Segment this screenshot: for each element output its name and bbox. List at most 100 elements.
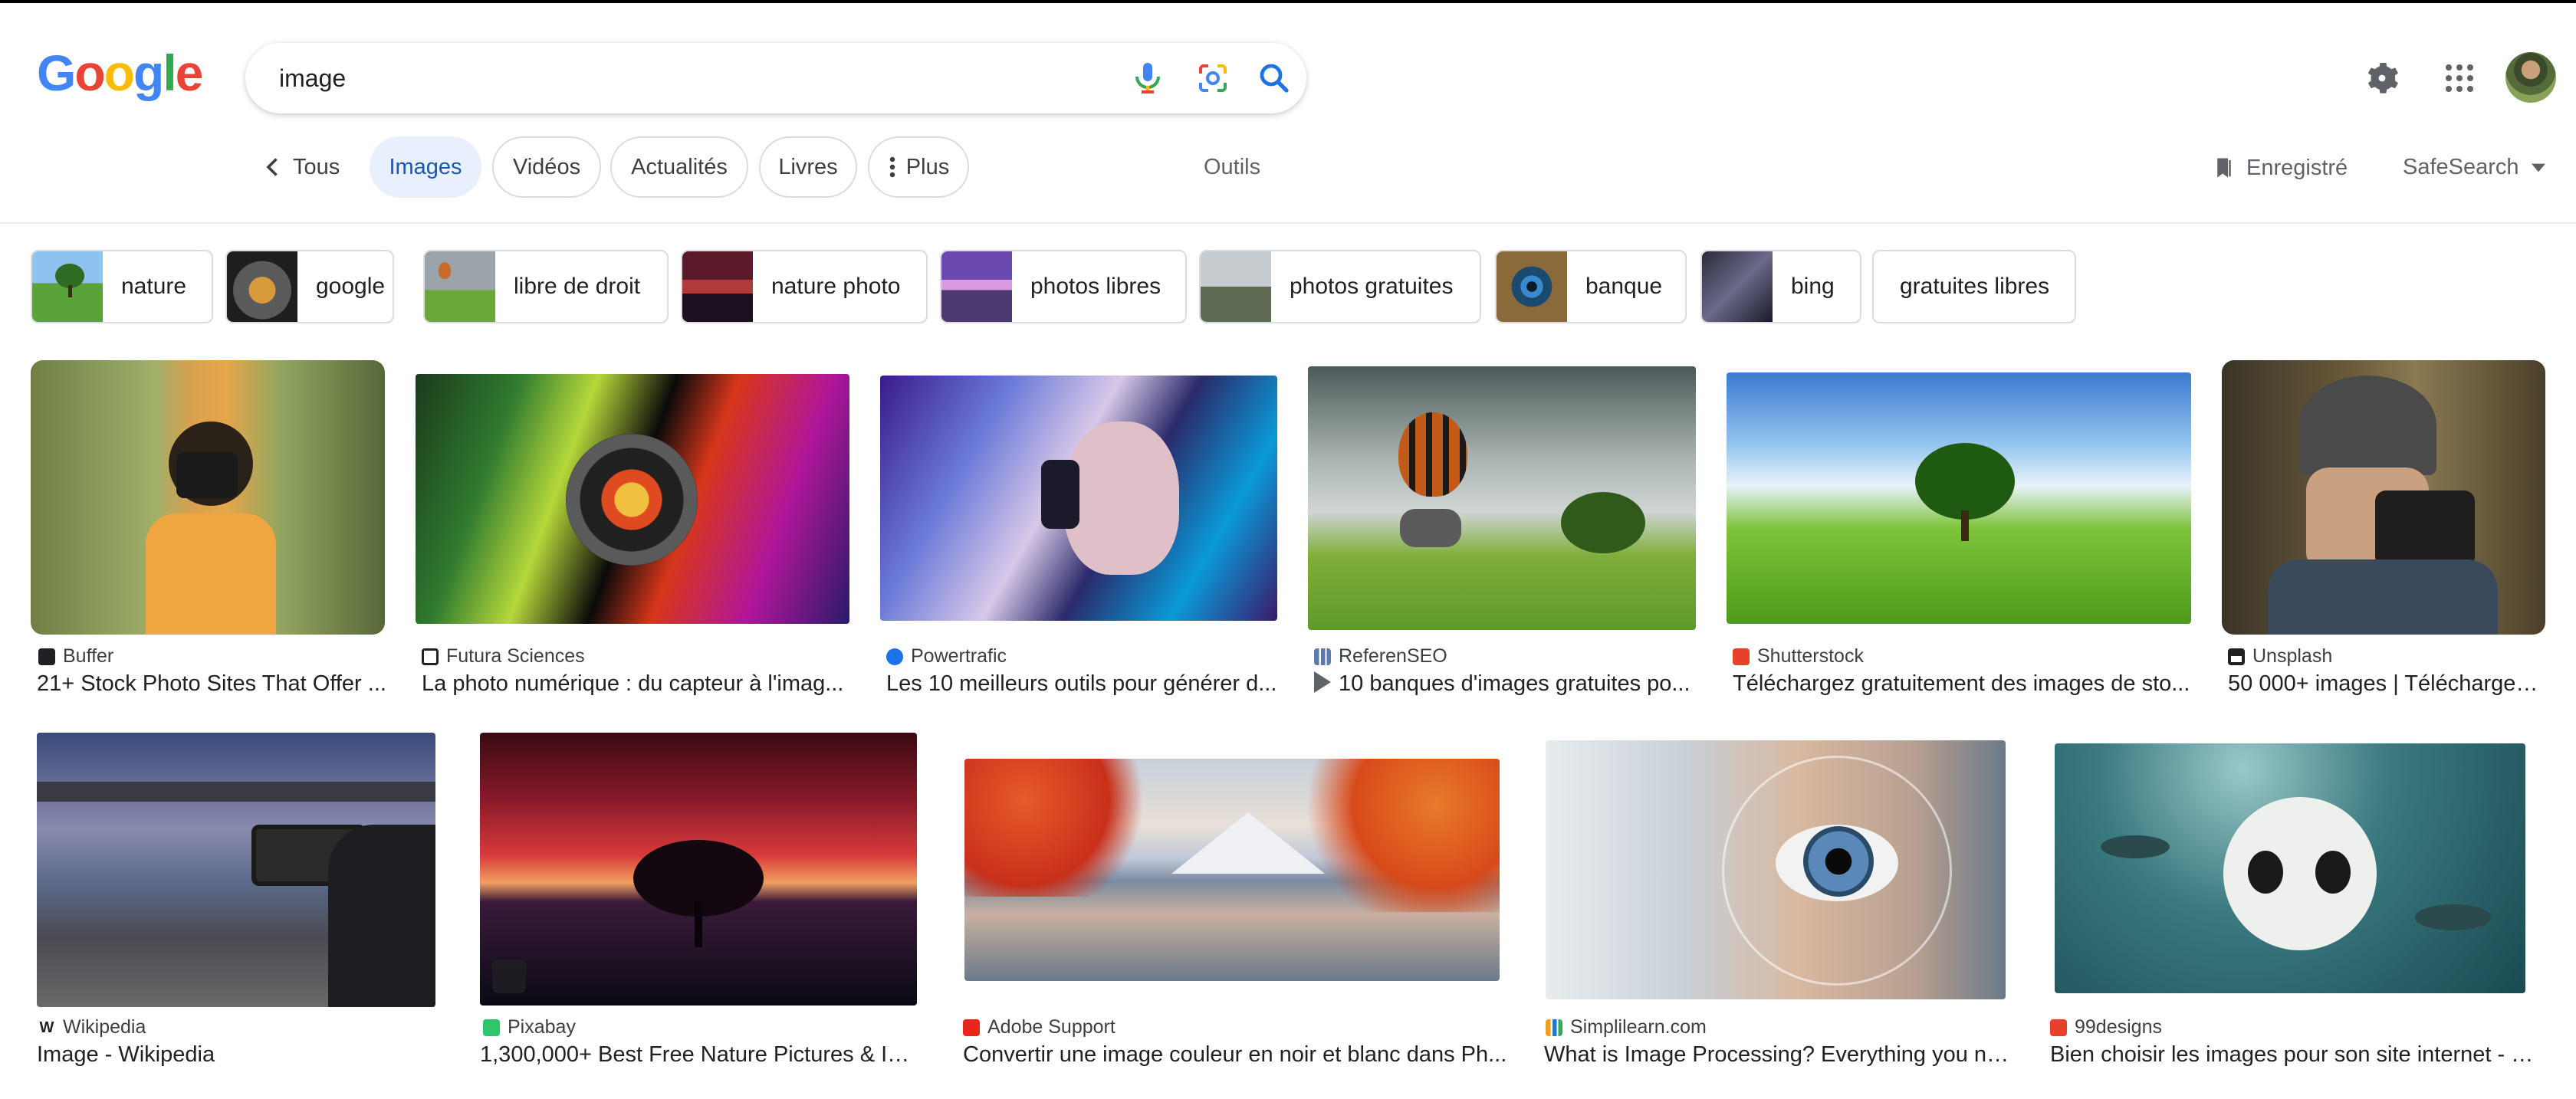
logo-letter: g	[133, 44, 164, 101]
referenseo-favicon-icon	[1314, 648, 1331, 665]
google-logo[interactable]: Google	[37, 44, 204, 101]
chip-label: banque	[1585, 274, 1663, 299]
tools-button[interactable]: Outils	[1204, 155, 1260, 180]
result-thumbnail[interactable]	[1727, 372, 2191, 624]
result-source-name: Powertrafic	[911, 645, 1007, 667]
logo-letter: e	[175, 44, 204, 101]
safesearch-dropdown[interactable]: SafeSearch	[2403, 155, 2545, 180]
chip-photos-libres[interactable]: photos libres	[940, 250, 1187, 323]
chip-thumbnail	[32, 251, 103, 322]
wikipedia-favicon-icon: W	[38, 1019, 55, 1036]
result-source-name: Futura Sciences	[446, 645, 585, 667]
result-title-text: 10 banques d'images gratuites po...	[1339, 671, 1691, 696]
chip-libre-de-droit[interactable]: libre de droit	[423, 250, 669, 323]
shutterstock-favicon-icon	[1733, 648, 1750, 665]
result-title[interactable]: Convertir une image couleur en noir et b…	[963, 1042, 1507, 1068]
chip-nature-photo[interactable]: nature photo	[681, 250, 928, 323]
microphone-icon[interactable]	[1129, 60, 1166, 97]
simplilearn-favicon-icon	[1546, 1019, 1562, 1036]
result-source-name: Simplilearn.com	[1570, 1016, 1707, 1038]
result-title[interactable]: La photo numérique : du capteur à l'imag…	[422, 671, 857, 697]
divider	[0, 222, 2576, 224]
chevron-left-icon[interactable]	[259, 153, 287, 181]
result-source[interactable]: Buffer	[38, 645, 113, 668]
chip-label: bing	[1791, 274, 1835, 299]
chip-label: gratuites libres	[1900, 274, 2050, 299]
result-title[interactable]: Téléchargez gratuitement des images de s…	[1733, 671, 2194, 697]
apps-grid-icon[interactable]	[2441, 60, 2478, 97]
chip-thumbnail	[425, 251, 495, 322]
result-source-name: Shutterstock	[1757, 645, 1864, 667]
result-title[interactable]: 50 000+ images | Télécharger ...	[2228, 671, 2545, 697]
powertrafic-favicon-icon	[886, 648, 903, 665]
result-title[interactable]: 1,300,000+ Best Free Nature Pictures & I…	[480, 1042, 923, 1068]
result-source[interactable]: Simplilearn.com	[1546, 1016, 1707, 1038]
chip-label: photos libres	[1030, 274, 1162, 299]
futura-favicon-icon	[422, 648, 439, 665]
result-title[interactable]: 10 banques d'images gratuites po...	[1314, 671, 1697, 697]
gear-icon[interactable]	[2364, 60, 2400, 97]
result-source-name: Adobe Support	[987, 1016, 1116, 1038]
lens-icon[interactable]	[1194, 60, 1231, 97]
99designs-favicon-icon	[2050, 1019, 2067, 1036]
caret-down-icon	[2531, 163, 2545, 172]
pixabay-favicon-icon	[483, 1019, 500, 1036]
chip-banque[interactable]: banque	[1495, 250, 1687, 323]
result-thumbnail[interactable]	[416, 374, 849, 624]
result-thumbnail[interactable]	[880, 376, 1277, 621]
logo-letter: G	[37, 44, 76, 101]
top-border	[0, 0, 2576, 3]
result-source[interactable]: Futura Sciences	[422, 645, 585, 668]
result-source[interactable]: Adobe Support	[963, 1016, 1116, 1038]
tab-more-label: Plus	[905, 154, 950, 179]
result-thumbnail[interactable]	[1546, 740, 2006, 999]
result-source-name: Buffer	[63, 645, 114, 667]
search-box[interactable]	[245, 43, 1306, 113]
tab-videos[interactable]: Vidéos	[492, 136, 601, 198]
result-title[interactable]: 21+ Stock Photo Sites That Offer ...	[37, 671, 397, 697]
result-thumbnail[interactable]	[2055, 743, 2525, 993]
result-source[interactable]: 99designs	[2050, 1016, 2162, 1038]
result-title[interactable]: What is Image Processing? Everything you…	[1544, 1042, 2012, 1068]
chip-google[interactable]: google	[225, 250, 394, 323]
result-thumbnail[interactable]	[1308, 366, 1696, 630]
search-input[interactable]	[279, 61, 1046, 95]
more-vert-icon	[889, 156, 895, 178]
result-source-name: ReferenSEO	[1339, 645, 1447, 667]
result-source[interactable]: Unsplash	[2228, 645, 2332, 668]
adobe-favicon-icon	[963, 1019, 980, 1036]
result-source[interactable]: ReferenSEO	[1314, 645, 1447, 668]
tab-news[interactable]: Actualités	[610, 136, 748, 198]
logo-letter: o	[74, 44, 105, 101]
result-source-name: Wikipedia	[63, 1016, 146, 1038]
tab-images[interactable]: Images	[370, 136, 481, 198]
result-thumbnail[interactable]	[2222, 360, 2545, 635]
result-source[interactable]: Pixabay	[483, 1016, 576, 1038]
search-icon[interactable]	[1256, 60, 1293, 97]
result-title[interactable]: Bien choisir les images pour son site in…	[2050, 1042, 2535, 1068]
result-title[interactable]: Image - Wikipedia	[37, 1042, 451, 1068]
chip-label: google	[316, 274, 386, 299]
result-thumbnail[interactable]	[964, 759, 1500, 981]
chip-thumbnail	[682, 251, 753, 322]
result-source[interactable]: Shutterstock	[1733, 645, 1864, 668]
chip-photos-gratuites[interactable]: photos gratuites	[1199, 250, 1481, 323]
chip-gratuites-libres[interactable]: gratuites libres	[1872, 250, 2076, 323]
result-thumbnail[interactable]	[37, 733, 435, 1007]
chip-label: nature	[121, 274, 187, 299]
result-thumbnail[interactable]	[480, 733, 917, 1006]
result-source[interactable]: W Wikipedia	[38, 1016, 146, 1038]
avatar[interactable]	[2505, 52, 2556, 103]
image-badge-icon	[492, 960, 526, 993]
result-title[interactable]: Les 10 meilleurs outils pour générer d..…	[886, 671, 1285, 697]
result-source[interactable]: Powertrafic	[886, 645, 1007, 668]
chip-label: nature photo	[771, 274, 901, 299]
result-thumbnail[interactable]	[31, 360, 385, 635]
chip-bing[interactable]: bing	[1700, 250, 1861, 323]
tab-more[interactable]: Plus	[868, 136, 969, 198]
chip-nature[interactable]: nature	[31, 250, 213, 323]
tab-books[interactable]: Livres	[759, 136, 857, 198]
tab-all[interactable]: Tous	[293, 155, 340, 180]
chip-label: photos gratuites	[1290, 274, 1454, 299]
saved-button[interactable]: Enregistré	[2213, 155, 2348, 181]
